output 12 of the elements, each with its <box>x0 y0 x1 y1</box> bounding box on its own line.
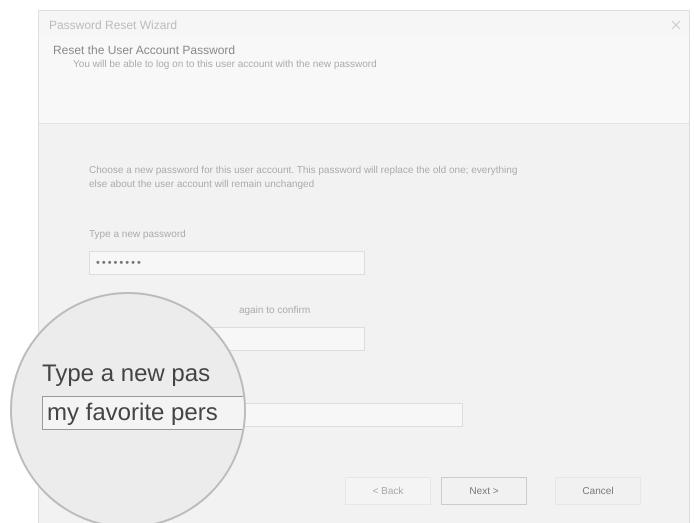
close-icon[interactable] <box>671 20 681 30</box>
page-subtitle: You will be able to log on to this user account with the new password <box>73 59 378 70</box>
wizard-button[interactable]: Cancel <box>555 477 641 505</box>
wizard-button[interactable]: Next > <box>441 477 527 505</box>
password-field[interactable]: •••••••• <box>89 251 365 275</box>
page-heading: Reset the User Account Password <box>53 43 236 57</box>
magnified-label: Type a new pas <box>42 360 212 388</box>
field-label: again to confirm <box>239 305 310 316</box>
instructions-text: Choose a new password for this user account. This password will replace the old one; everything else about the user account will remain unchanged <box>89 164 518 191</box>
field-label: Type a new password <box>89 229 186 240</box>
window-title: Password Reset Wizard <box>49 18 178 32</box>
magnified-field: my favorite pers <box>42 396 244 430</box>
